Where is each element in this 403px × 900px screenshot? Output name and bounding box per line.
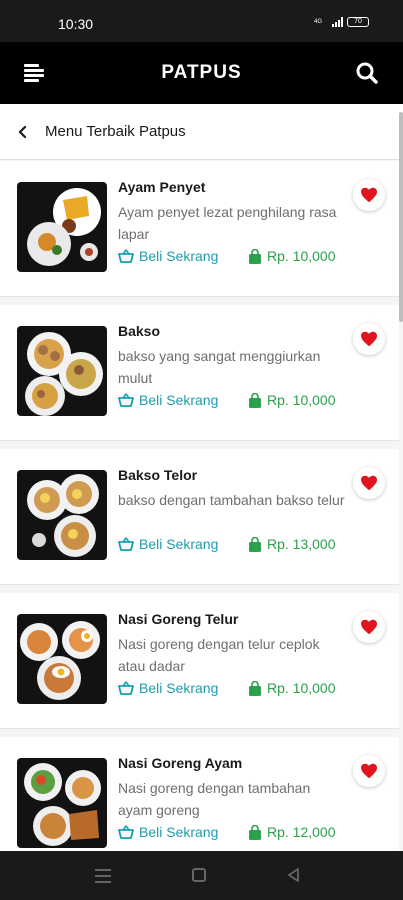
search-icon[interactable]: [355, 61, 379, 85]
favorite-button[interactable]: [353, 755, 385, 787]
price: Rp. 10,000: [248, 680, 336, 696]
status-time: 10:30: [58, 16, 94, 32]
back-triangle-icon[interactable]: [286, 867, 302, 883]
heart-icon: [361, 187, 377, 203]
menu-card[interactable]: Bakso Telor bakso dengan tambahan bakso …: [0, 449, 399, 585]
heart-icon: [361, 331, 377, 347]
basket-icon: [118, 393, 134, 407]
basket-icon: [118, 537, 134, 551]
buy-label: Beli Sekrang: [139, 248, 219, 264]
buy-label: Beli Sekrang: [139, 392, 219, 408]
item-description: bakso dengan tambahan bakso telur: [118, 492, 345, 508]
favorite-button[interactable]: [353, 611, 385, 643]
heart-icon: [361, 619, 377, 635]
shopping-bag-icon: [249, 392, 261, 408]
price-label: Rp. 10,000: [267, 392, 336, 408]
basket-icon: [118, 249, 134, 263]
shopping-bag-icon: [249, 824, 261, 840]
basket-icon: [118, 681, 134, 695]
price: Rp. 13,000: [248, 536, 336, 552]
menu-card[interactable]: Nasi Goreng Telur Nasi goreng dengan tel…: [0, 593, 399, 729]
menu-card[interactable]: Ayam Penyet Ayam penyet lezat penghilang…: [0, 161, 399, 297]
system-nav-bar: [0, 851, 403, 900]
status-bar: 10:30 4G 70: [0, 0, 403, 42]
item-description: Ayam penyet lezat penghilang rasa lapar: [118, 204, 337, 242]
item-description: bakso yang sangat menggiurkan mulut: [118, 348, 321, 386]
food-image: [17, 326, 107, 416]
food-image: [17, 182, 107, 272]
buy-label: Beli Sekrang: [139, 680, 219, 696]
food-image: [17, 758, 107, 848]
food-image: [17, 614, 107, 704]
chevron-left-icon[interactable]: [14, 122, 32, 142]
basket-icon: [118, 825, 134, 839]
food-image: [17, 470, 107, 560]
price-label: Rp. 13,000: [267, 536, 336, 552]
item-name: Ayam Penyet: [118, 179, 206, 195]
page-title: Menu Terbaik Patpus: [45, 123, 186, 140]
status-icons: 4G 70: [314, 17, 369, 27]
app-title: PATPUS: [161, 62, 242, 83]
menu-card[interactable]: Bakso bakso yang sangat menggiurkan mulu…: [0, 305, 399, 441]
item-description: Nasi goreng dengan telur ceplok atau dad…: [118, 636, 320, 674]
menu-list: Ayam Penyet Ayam penyet lezat penghilang…: [0, 161, 403, 851]
price-label: Rp. 12,000: [267, 824, 336, 840]
buy-label: Beli Sekrang: [139, 824, 219, 840]
network-label: 4G: [314, 19, 323, 25]
item-name: Nasi Goreng Ayam: [118, 755, 243, 771]
heart-icon: [361, 475, 377, 491]
battery-icon: 70: [347, 17, 369, 27]
favorite-button[interactable]: [353, 467, 385, 499]
buy-button[interactable]: Beli Sekrang: [118, 392, 218, 408]
shopping-bag-icon: [249, 536, 261, 552]
app-bar: PATPUS: [0, 42, 403, 104]
shopping-bag-icon: [249, 248, 261, 264]
item-description: Nasi goreng dengan tambahan ayam goreng: [118, 780, 311, 818]
favorite-button[interactable]: [353, 323, 385, 355]
price-label: Rp. 10,000: [267, 680, 336, 696]
buy-label: Beli Sekrang: [139, 536, 219, 552]
price: Rp. 10,000: [248, 392, 336, 408]
price: Rp. 12,000: [248, 824, 336, 840]
buy-button[interactable]: Beli Sekrang: [118, 248, 218, 264]
recents-icon[interactable]: [95, 869, 111, 883]
subheader: Menu Terbaik Patpus: [0, 104, 403, 160]
home-icon[interactable]: [192, 868, 206, 882]
item-name: Bakso: [118, 323, 161, 339]
price: Rp. 10,000: [248, 248, 336, 264]
item-name: Bakso Telor: [118, 467, 198, 483]
signal-icon: [332, 17, 343, 27]
buy-button[interactable]: Beli Sekrang: [118, 680, 218, 696]
shopping-bag-icon: [249, 680, 261, 696]
price-label: Rp. 10,000: [267, 248, 336, 264]
favorite-button[interactable]: [353, 179, 385, 211]
heart-icon: [361, 763, 377, 779]
item-name: Nasi Goreng Telur: [118, 611, 239, 627]
buy-button[interactable]: Beli Sekrang: [118, 824, 218, 840]
buy-button[interactable]: Beli Sekrang: [118, 536, 218, 552]
menu-card[interactable]: Nasi Goreng Ayam Nasi goreng dengan tamb…: [0, 737, 399, 851]
